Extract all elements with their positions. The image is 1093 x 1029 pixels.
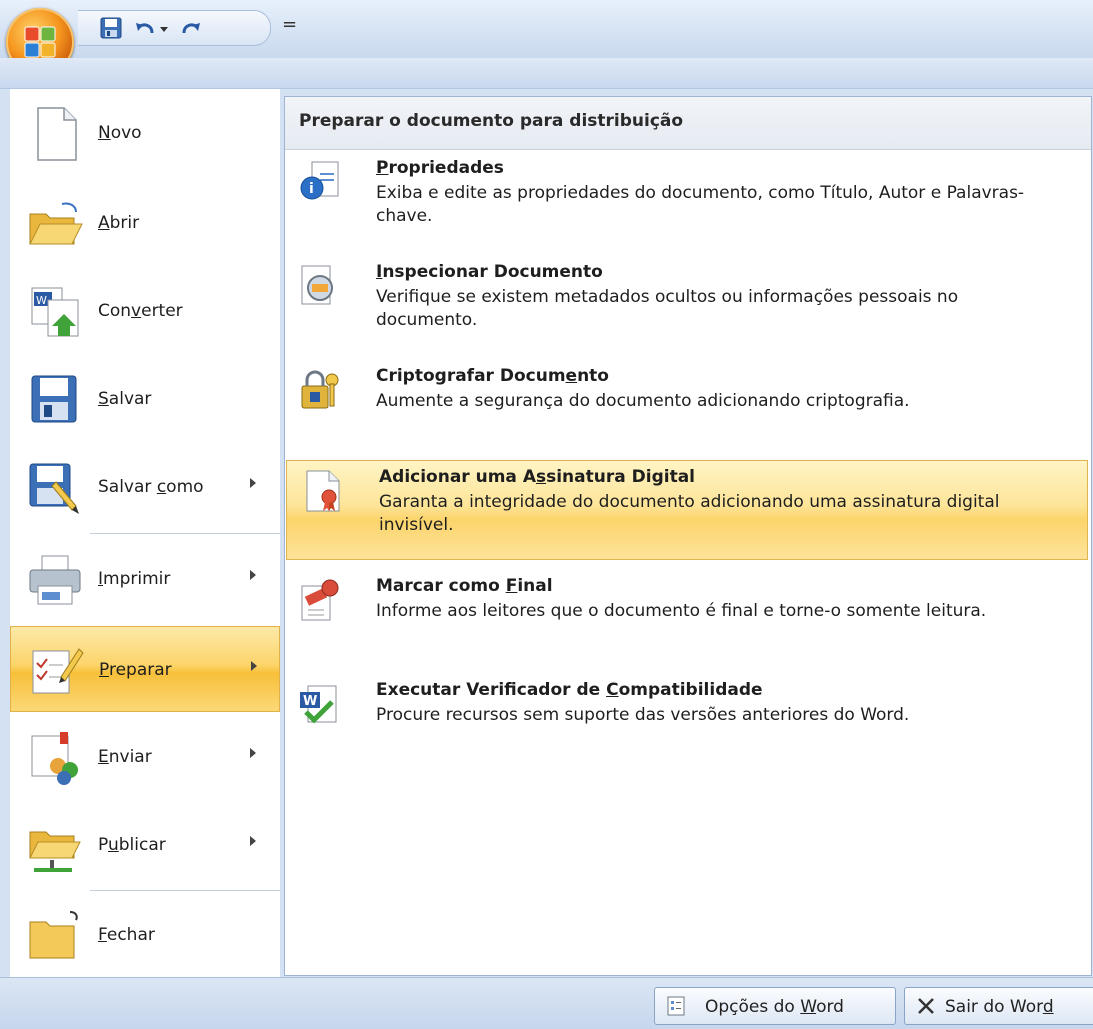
menu-item-salvar[interactable]: Salvar xyxy=(10,356,280,442)
encrypt-lock-icon xyxy=(301,370,339,409)
menu-item-fechar[interactable]: Fechar xyxy=(10,892,280,978)
properties-icon: i xyxy=(300,161,339,200)
digital-signature-icon xyxy=(306,470,340,512)
inspect-document-icon xyxy=(301,265,333,305)
menu-divider xyxy=(90,533,280,534)
submenu-item-title: Criptografar Documento xyxy=(376,366,609,386)
menu-item-label: Fechar xyxy=(98,925,155,945)
options-icon xyxy=(667,996,685,1016)
menu-item-imprimir[interactable]: Imprimir xyxy=(10,536,280,622)
menu-item-label: Publicar xyxy=(98,835,166,855)
office-logo-icon xyxy=(24,26,56,58)
menu-item-label: Abrir xyxy=(98,213,140,233)
submenu-item-title: Propriedades xyxy=(376,158,504,178)
submenu-item-verificador-compatibilidade[interactable]: W Executar Verificador de Compatibilidad… xyxy=(284,674,1090,746)
submenu-item-description: Informe aos leitores que o documento é f… xyxy=(376,601,987,621)
save-icon[interactable] xyxy=(100,17,122,39)
submenu-item-title: Marcar como Final xyxy=(376,576,553,596)
submenu-item-description: Verifique se existem metadados ocultos o… xyxy=(376,287,959,330)
svg-text:W: W xyxy=(303,694,317,709)
submenu-item-description: Exiba e edite as propriedades do documen… xyxy=(376,183,1025,226)
publish-icon xyxy=(29,831,81,872)
menu-item-salvar-como[interactable]: Salvar como xyxy=(10,444,280,530)
new-document-icon xyxy=(37,107,77,161)
svg-text:i: i xyxy=(309,181,314,197)
exit-word-button[interactable]: Sair do Word xyxy=(904,987,1093,1025)
close-icon xyxy=(918,998,934,1014)
menu-item-label: Enviar xyxy=(98,747,152,767)
submenu-item-inspecionar[interactable]: Inspecionar Documento Verifique se exist… xyxy=(284,256,1090,348)
submenu-title: Preparar o documento para distribuição xyxy=(299,111,684,131)
save-icon xyxy=(31,375,77,423)
menu-item-label: Preparar xyxy=(99,660,172,680)
undo-dropdown-icon[interactable] xyxy=(158,17,170,39)
submenu-item-description: Aumente a segurança do documento adicion… xyxy=(376,391,910,411)
printer-icon xyxy=(29,555,81,605)
submenu-item-assinatura-digital[interactable]: Adicionar uma Assinatura Digital Garanta… xyxy=(286,460,1088,560)
submenu-arrow-icon xyxy=(250,836,256,846)
submenu-header: Preparar o documento para distribuição xyxy=(285,97,1091,150)
menu-item-label: Converter xyxy=(98,301,183,321)
prepare-icon xyxy=(32,648,84,694)
exit-word-label: Sair do Word xyxy=(945,997,1054,1017)
submenu-item-marcar-final[interactable]: Marcar como Final Informe aos leitores q… xyxy=(284,570,1090,662)
submenu-arrow-icon xyxy=(250,478,256,488)
menu-item-preparar[interactable]: Preparar xyxy=(10,626,280,712)
menu-top-strip xyxy=(0,58,1093,89)
quick-access-toolbar xyxy=(78,10,271,46)
menu-item-label: Salvar como xyxy=(98,477,204,497)
submenu-item-title: Executar Verificador de Compatibilidade xyxy=(376,680,763,700)
open-folder-icon xyxy=(29,202,83,245)
word-options-button[interactable]: Opções do Word xyxy=(654,987,896,1025)
undo-icon[interactable] xyxy=(134,17,156,39)
menu-item-label: Novo xyxy=(98,123,142,143)
send-icon xyxy=(31,732,78,785)
menu-item-label: Salvar xyxy=(98,389,152,409)
convert-icon: W xyxy=(31,287,79,337)
menu-item-enviar[interactable]: Enviar xyxy=(10,714,280,800)
submenu-item-criptografar[interactable]: Criptografar Documento Aumente a seguran… xyxy=(284,360,1090,432)
menu-item-abrir[interactable]: Abrir xyxy=(10,180,280,266)
menu-item-publicar[interactable]: Publicar xyxy=(10,802,280,888)
submenu-item-title: Adicionar uma Assinatura Digital xyxy=(379,467,695,487)
compatibility-checker-icon: W xyxy=(300,685,337,724)
svg-text:W: W xyxy=(36,294,47,307)
customize-quick-access-icon[interactable]: = xyxy=(282,14,297,35)
submenu-arrow-icon xyxy=(250,748,256,758)
menu-divider xyxy=(90,890,280,891)
submenu-item-title: Inspecionar Documento xyxy=(376,262,603,282)
mark-as-final-icon xyxy=(301,579,339,621)
submenu-item-propriedades[interactable]: i Propriedades Exiba e edite as propried… xyxy=(284,152,1090,244)
close-folder-icon xyxy=(29,911,78,959)
menu-item-novo[interactable]: Novo xyxy=(10,90,280,176)
redo-icon[interactable] xyxy=(180,17,202,39)
submenu-arrow-icon xyxy=(251,661,257,671)
menu-item-label: Imprimir xyxy=(98,569,171,589)
menu-item-converter[interactable]: W Converter xyxy=(10,268,280,354)
save-as-icon xyxy=(29,463,79,514)
word-options-label: Opções do Word xyxy=(705,997,844,1017)
submenu-item-description: Garanta a integridade do documento adici… xyxy=(379,492,1000,535)
submenu-item-description: Procure recursos sem suporte das versões… xyxy=(376,705,910,725)
submenu-arrow-icon xyxy=(250,570,256,580)
